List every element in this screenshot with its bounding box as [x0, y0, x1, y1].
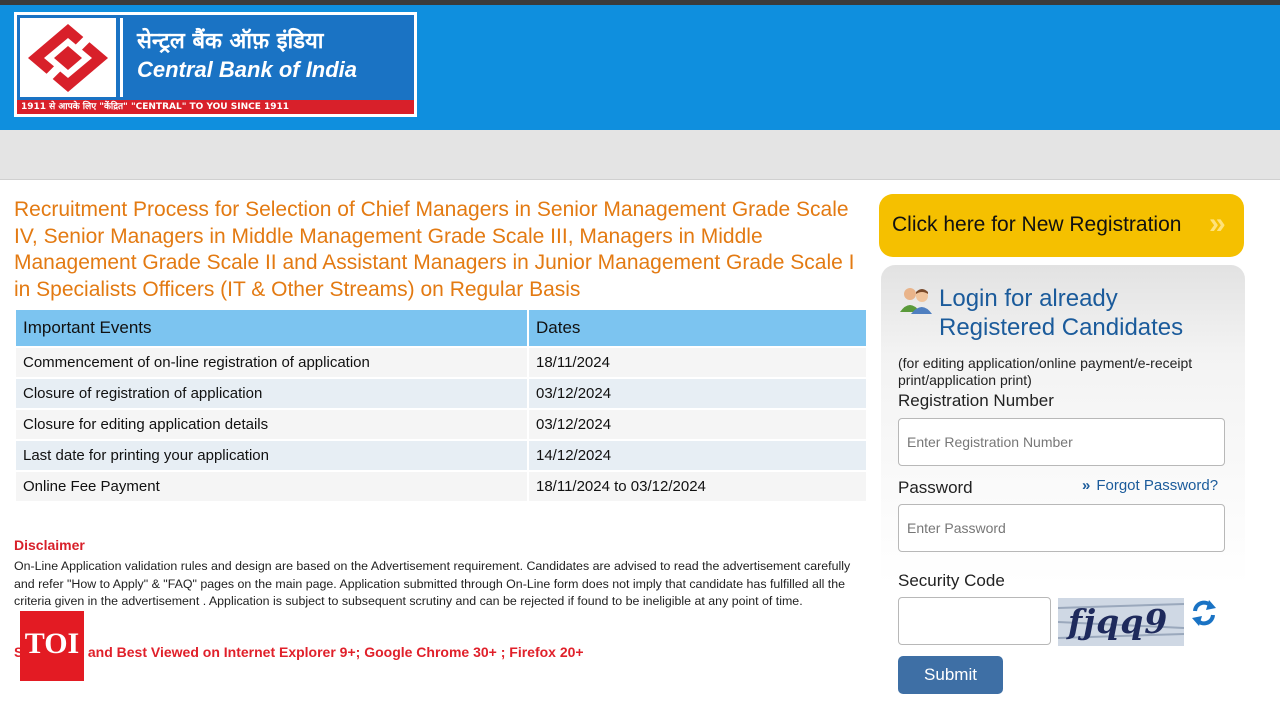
- captcha-text: fjqq9: [1068, 602, 1169, 641]
- login-note: (for editing application/online payment/…: [898, 355, 1193, 388]
- table-row: Commencement of on-line registration of …: [16, 348, 866, 377]
- event-name: Commencement of on-line registration of …: [16, 348, 527, 377]
- disclaimer-title: Disclaimer: [14, 537, 85, 553]
- logo-hindi-name: सेन्ट्रल बैंक ऑफ़ इंडिया: [137, 29, 324, 54]
- login-title: Login for already Registered Candidates: [939, 285, 1184, 341]
- bank-emblem-icon: [20, 18, 116, 97]
- registration-number-label: Registration Number: [898, 391, 1054, 410]
- refresh-icon[interactable]: [1189, 598, 1219, 628]
- toi-watermark-logo: TOI: [20, 611, 84, 681]
- table-header-dates: Dates: [529, 310, 866, 346]
- logo-english-name: Central Bank of India: [137, 57, 358, 82]
- event-date: 14/12/2024: [529, 441, 866, 470]
- table-row: Online Fee Payment 18/11/2024 to 03/12/2…: [16, 472, 866, 501]
- captcha-image: fjqq9: [1058, 598, 1184, 646]
- event-date: 03/12/2024: [529, 379, 866, 408]
- logo-divider: [120, 18, 123, 97]
- double-chevron-right-icon: »: [1082, 477, 1091, 494]
- event-date: 18/11/2024: [529, 348, 866, 377]
- security-code-label: Security Code: [898, 571, 1005, 590]
- event-date: 18/11/2024 to 03/12/2024: [529, 472, 866, 501]
- event-name: Closure of registration of application: [16, 379, 527, 408]
- forgot-password-link[interactable]: » Forgot Password?: [1082, 477, 1218, 494]
- logo-panel: सेन्ट्रल बैंक ऑफ़ इंडिया Central Bank of…: [17, 15, 414, 114]
- double-chevron-right-icon: »: [1209, 207, 1226, 240]
- password-input[interactable]: [898, 504, 1225, 552]
- table-header-row: Important Events Dates: [16, 310, 866, 346]
- event-name: Last date for printing your application: [16, 441, 527, 470]
- logo-tagline: 1911 से आपके लिए "केंद्रित" "CENTRAL" TO…: [17, 100, 414, 114]
- login-panel: Login for already Registered Candidates …: [881, 265, 1245, 720]
- page-title: Recruitment Process for Selection of Chi…: [14, 198, 855, 301]
- registration-number-input[interactable]: [898, 418, 1225, 466]
- password-label: Password: [898, 478, 973, 497]
- table-header-events: Important Events: [16, 310, 527, 346]
- navigation-bar: [0, 130, 1280, 180]
- security-code-input[interactable]: [898, 597, 1051, 645]
- central-bank-logo[interactable]: सेन्ट्रल बैंक ऑफ़ इंडिया Central Bank of…: [14, 12, 417, 117]
- new-registration-label: Click here for New Registration: [892, 213, 1182, 236]
- important-events-table: Important Events Dates Commencement of o…: [14, 308, 868, 503]
- submit-button[interactable]: Submit: [898, 656, 1003, 694]
- site-header: सेन्ट्रल बैंक ऑफ़ इंडिया Central Bank of…: [0, 5, 1280, 130]
- table-row: Closure for editing application details …: [16, 410, 866, 439]
- event-date: 03/12/2024: [529, 410, 866, 439]
- browser-support-note: Supported and Best Viewed on Internet Ex…: [14, 644, 584, 660]
- new-registration-button[interactable]: Click here for New Registration »: [879, 194, 1244, 257]
- forgot-password-label: Forgot Password?: [1096, 477, 1219, 494]
- event-name: Online Fee Payment: [16, 472, 527, 501]
- event-name: Closure for editing application details: [16, 410, 527, 439]
- users-icon: [899, 285, 933, 315]
- table-row: Last date for printing your application …: [16, 441, 866, 470]
- disclaimer-text: On-Line Application validation rules and…: [14, 559, 851, 608]
- table-row: Closure of registration of application 0…: [16, 379, 866, 408]
